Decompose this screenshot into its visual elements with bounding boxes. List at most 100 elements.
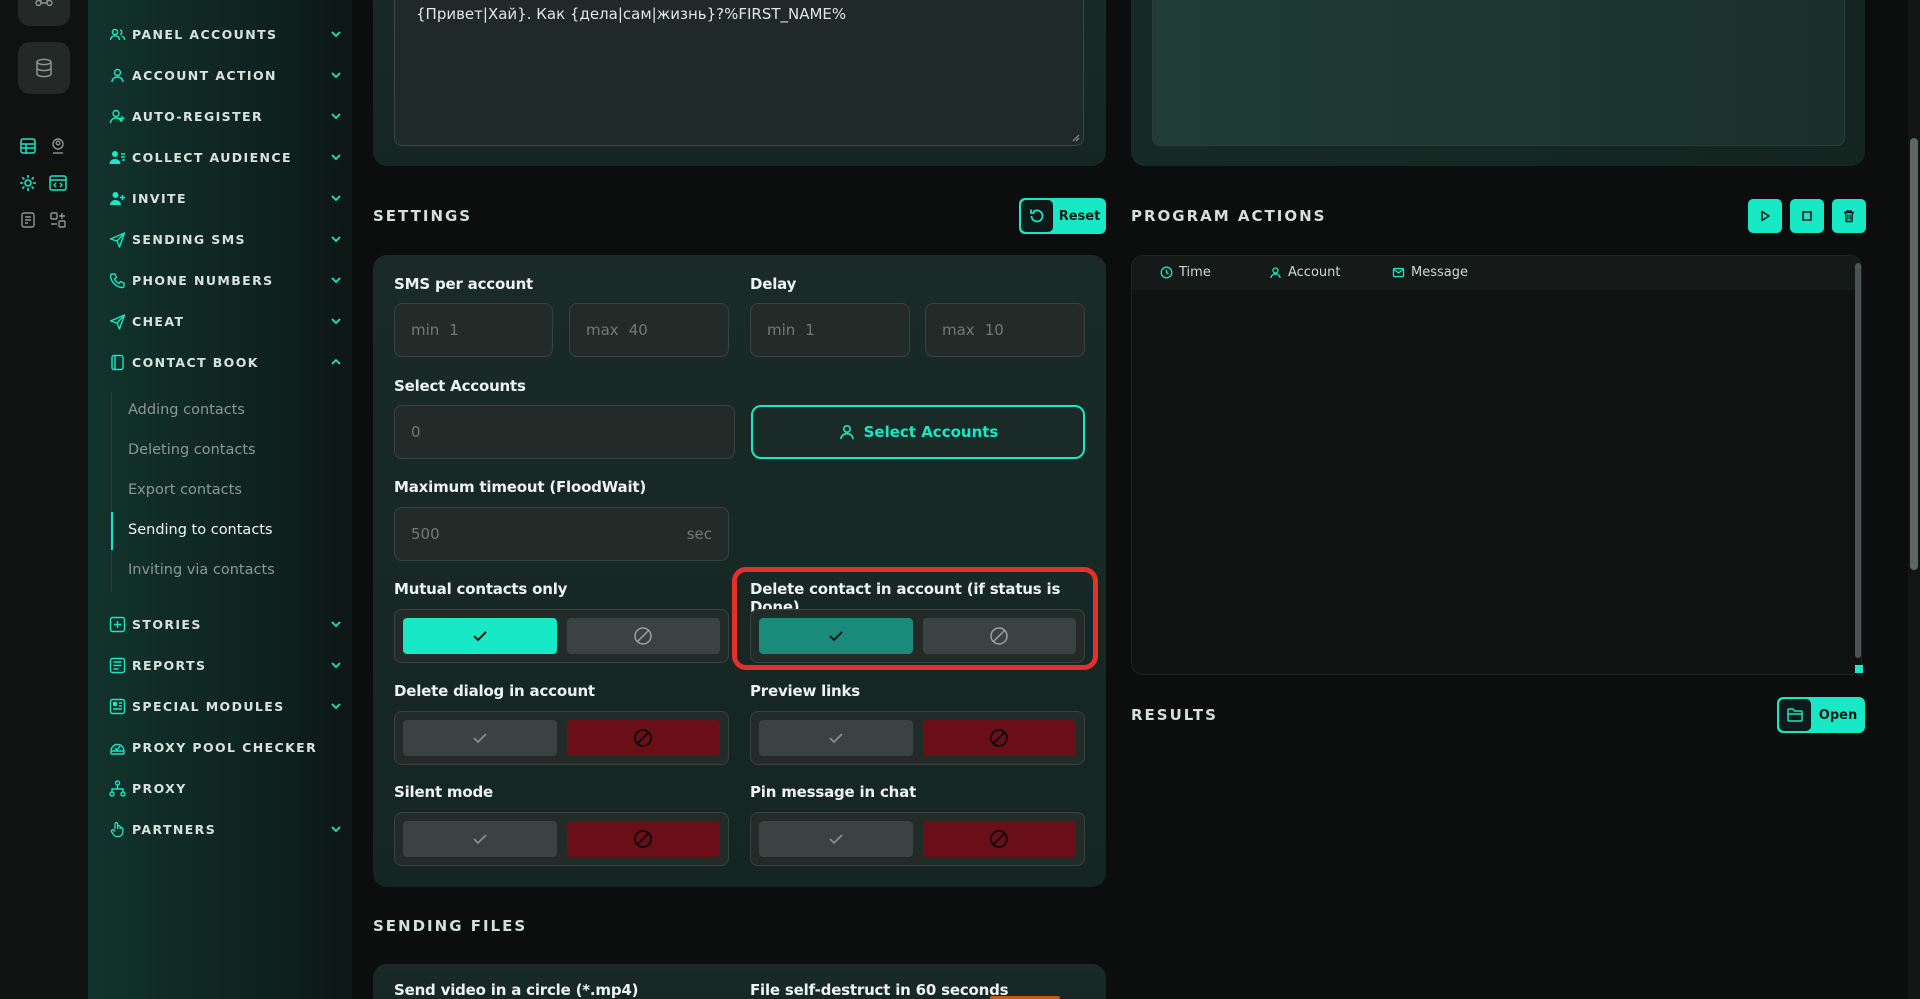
- apps-icon[interactable]: [48, 210, 68, 230]
- sidebar-item-reports[interactable]: REPORTS: [108, 652, 343, 678]
- sidebar: PANEL ACCOUNTS ACCOUNT ACTION AUTO-REGIS…: [88, 0, 352, 999]
- select-accounts-button[interactable]: Select Accounts: [751, 405, 1085, 459]
- delete-dialog-label: Delete dialog in account: [394, 682, 595, 700]
- sidebar-item-proxy[interactable]: PROXY: [108, 775, 343, 801]
- command-button[interactable]: [18, 0, 70, 26]
- check-icon: [473, 834, 487, 845]
- log-scrollbar[interactable]: [1855, 263, 1861, 658]
- network-icon: [108, 779, 126, 797]
- sidebar-item-account-action[interactable]: ACCOUNT ACTION: [108, 62, 343, 88]
- sidebar-item-auto-register[interactable]: AUTO-REGISTER: [108, 103, 343, 129]
- sidebar-item-label: PROXY: [132, 780, 187, 796]
- silent-mode-off-button[interactable]: [566, 821, 720, 857]
- icon-rail: [0, 0, 88, 999]
- delay-max-input[interactable]: max 10: [925, 303, 1085, 357]
- play-icon: [1761, 210, 1770, 222]
- chevron-down-icon: [329, 191, 343, 205]
- database-button[interactable]: [18, 42, 70, 94]
- preview-links-toggle: [750, 711, 1085, 765]
- table-icon[interactable]: [18, 136, 38, 156]
- min-prefix: min: [411, 321, 440, 339]
- sidebar-item-label: INVITE: [132, 190, 187, 206]
- delete-dialog-off-button[interactable]: [566, 720, 720, 756]
- submenu-active-indicator: [111, 512, 113, 550]
- mutual-contacts-off-button[interactable]: [566, 618, 720, 654]
- page-scrollbar[interactable]: [1910, 138, 1918, 570]
- sidebar-item-label: PHONE NUMBERS: [132, 272, 274, 288]
- pin-message-on-button[interactable]: [759, 821, 913, 857]
- sidebar-item-sending-sms[interactable]: SENDING SMS: [108, 226, 343, 252]
- delete-dialog-on-button[interactable]: [403, 720, 557, 756]
- sidebar-item-label: PARTNERS: [132, 821, 217, 837]
- ban-icon: [990, 729, 1009, 747]
- max-timeout-value: 500: [411, 525, 440, 543]
- clock-icon: [1160, 266, 1173, 279]
- sidebar-item-phone-numbers[interactable]: PHONE NUMBERS: [108, 267, 343, 293]
- accounts-count-input[interactable]: 0: [394, 405, 735, 459]
- max-timeout-input[interactable]: 500 sec: [394, 507, 729, 561]
- preview-links-on-button[interactable]: [759, 720, 913, 756]
- column-account: Account: [1269, 265, 1341, 280]
- sidebar-item-invite[interactable]: INVITE: [108, 185, 343, 211]
- silent-mode-on-button[interactable]: [403, 821, 557, 857]
- sidebar-item-label: REPORTS: [132, 657, 207, 673]
- max-prefix: max: [942, 321, 975, 339]
- document-list-icon[interactable]: [18, 210, 38, 230]
- sidebar-item-cheat[interactable]: CHEAT: [108, 308, 343, 334]
- phone-icon: [108, 271, 126, 289]
- delay-min-input[interactable]: min 1: [750, 303, 910, 357]
- chevron-down-icon: [329, 699, 343, 713]
- sidebar-item-label: COLLECT AUDIENCE: [132, 149, 292, 165]
- sidebar-item-stories[interactable]: STORIES: [108, 611, 343, 637]
- resize-handle-icon[interactable]: [1070, 132, 1080, 142]
- pin-message-off-button[interactable]: [922, 821, 1076, 857]
- gear-icon[interactable]: [18, 173, 38, 193]
- chevron-down-icon: [329, 68, 343, 82]
- delete-button[interactable]: [1832, 199, 1866, 233]
- reset-button[interactable]: Reset: [1019, 198, 1106, 234]
- pin-message-toggle: [750, 812, 1085, 866]
- chevron-down-icon: [329, 658, 343, 672]
- proxy-check-icon: [108, 738, 126, 756]
- sending-files-title: SENDING FILES: [373, 917, 528, 935]
- silent-mode-label: Silent mode: [394, 783, 493, 801]
- log-header: Time Account Message: [1132, 256, 1861, 290]
- sms-min-input[interactable]: min 1: [394, 303, 553, 357]
- sidebar-item-special-modules[interactable]: SPECIAL MODULES: [108, 693, 343, 719]
- users-icon: [108, 25, 126, 43]
- chevron-down-icon: [329, 232, 343, 246]
- select-accounts-button-label: Select Accounts: [863, 423, 999, 441]
- stop-button[interactable]: [1790, 199, 1824, 233]
- send-icon: [108, 230, 126, 248]
- message-textarea[interactable]: {Привет|Хай}. Как {дела|сам|жизнь}?%FIRS…: [394, 0, 1084, 146]
- chevron-down-icon: [329, 617, 343, 631]
- preview-area: [1152, 0, 1845, 146]
- subitem-export-contacts[interactable]: Export contacts: [128, 482, 242, 498]
- play-button[interactable]: [1748, 199, 1782, 233]
- chevron-up-icon: [329, 355, 343, 369]
- sidebar-item-label: PROXY POOL CHECKER: [132, 739, 318, 755]
- user-badge-icon[interactable]: [48, 136, 68, 156]
- sidebar-item-collect-audience[interactable]: COLLECT AUDIENCE: [108, 144, 343, 170]
- ban-icon: [634, 830, 653, 848]
- preview-links-off-button[interactable]: [922, 720, 1076, 756]
- ban-icon: [634, 627, 652, 645]
- user-list-icon: [108, 148, 126, 166]
- mail-icon: [1392, 267, 1405, 278]
- subitem-deleting-contacts[interactable]: Deleting contacts: [128, 442, 256, 458]
- open-results-button[interactable]: Open: [1777, 697, 1865, 733]
- sidebar-item-panel-accounts[interactable]: PANEL ACCOUNTS: [108, 21, 343, 47]
- chevron-down-icon: [329, 150, 343, 164]
- sidebar-item-contact-book[interactable]: CONTACT BOOK: [108, 349, 343, 375]
- log-resize-handle[interactable]: [1855, 665, 1863, 673]
- sidebar-item-proxy-pool-checker[interactable]: PROXY POOL CHECKER: [108, 734, 343, 760]
- subitem-inviting-via-contacts[interactable]: Inviting via contacts: [128, 562, 275, 578]
- min-prefix: min: [767, 321, 796, 339]
- database-icon: [36, 58, 52, 78]
- subitem-sending-to-contacts[interactable]: Sending to contacts: [128, 522, 273, 538]
- sidebar-item-partners[interactable]: PARTNERS: [108, 816, 343, 842]
- sms-max-input[interactable]: max 40: [569, 303, 729, 357]
- subitem-adding-contacts[interactable]: Adding contacts: [128, 402, 245, 418]
- code-window-icon[interactable]: [48, 173, 68, 193]
- mutual-contacts-on-button[interactable]: [403, 618, 557, 654]
